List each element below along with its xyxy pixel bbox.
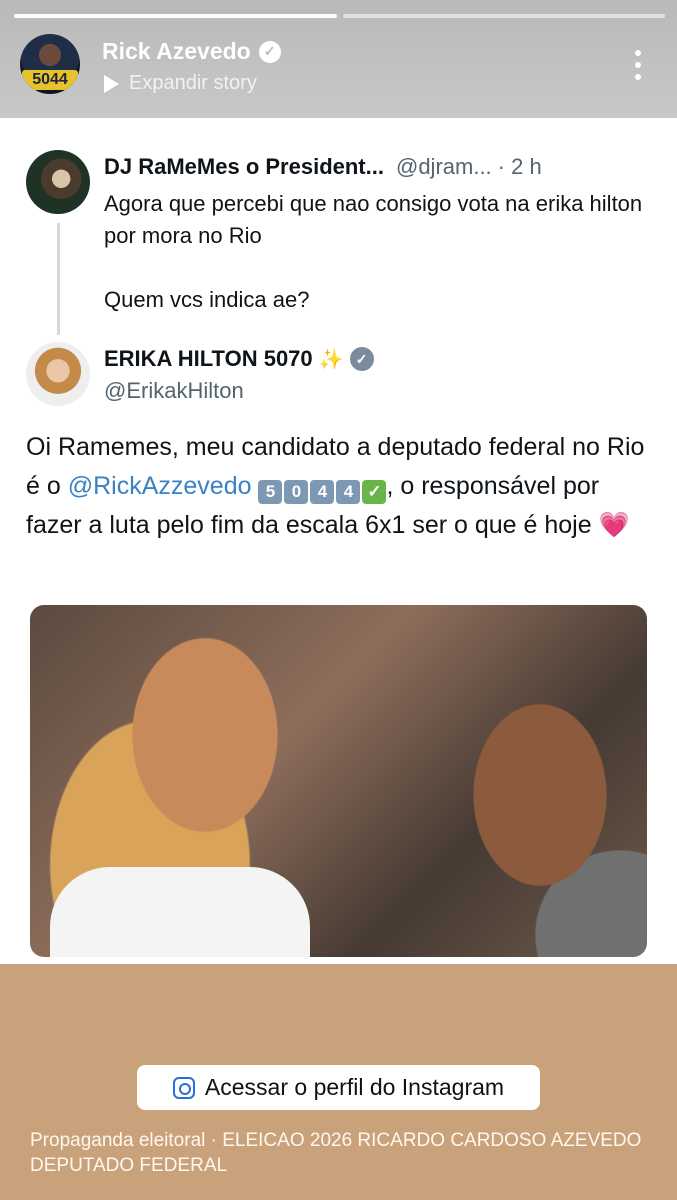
original-tweet-author: DJ RaMeMes o President...	[104, 154, 384, 179]
progress-segment-pending	[342, 14, 665, 18]
reply-author: ERIKA HILTON 5070	[104, 346, 313, 371]
keycap-digit: 5	[258, 479, 283, 504]
verified-icon: ✓	[258, 40, 281, 63]
number-keycaps: 5 0 4 4 ✓	[258, 479, 387, 504]
story-header: 5044 Rick Azevedo ✓ Expandir story	[0, 0, 677, 118]
mention-link: @RickAzzevedo	[67, 472, 252, 500]
story-progress	[14, 14, 665, 18]
verified-icon: ✓	[349, 347, 374, 371]
reply-text: Oi Ramemes, meu candidato a deputado fed…	[26, 428, 656, 545]
account-avatar[interactable]: 5044	[20, 34, 80, 94]
original-tweet-time: · 2 h	[497, 154, 542, 179]
instagram-icon	[172, 1076, 195, 1099]
check-mark-icon: ✓	[362, 479, 387, 504]
keycap-digit: 4	[310, 479, 335, 504]
avatar-number: 5044	[22, 70, 78, 90]
play-icon	[104, 74, 119, 93]
tweet-screenshot-card: DJ RaMeMes o President... @djram... · 2 …	[0, 118, 677, 964]
original-tweet-line: Agora que percebi que nao consigo vota n…	[104, 191, 643, 248]
thread-connector	[57, 223, 60, 335]
photo-detail	[50, 867, 310, 957]
reply-avatar	[26, 342, 90, 406]
expand-story-button[interactable]: Expandir story	[104, 72, 257, 95]
original-tweet-line: Quem vcs indica ae?	[104, 287, 310, 312]
keycap-digit: 0	[284, 479, 309, 504]
electoral-disclaimer: Propaganda eleitoral · ELEICAO 2026 RICA…	[30, 1130, 642, 1176]
keycap-digit: 4	[336, 479, 361, 504]
instagram-profile-button[interactable]: Acessar o perfil do Instagram	[137, 1065, 540, 1110]
reply-author-row: ERIKA HILTON 5070 ✨ ✓	[104, 346, 374, 372]
sparkle-icon: ✨	[318, 348, 344, 371]
progress-segment-done	[14, 14, 337, 18]
more-options-icon[interactable]	[635, 50, 641, 80]
tweet-photo	[30, 605, 647, 957]
original-tweet-header: DJ RaMeMes o President... @djram... · 2 …	[104, 154, 542, 180]
account-name-row[interactable]: Rick Azevedo ✓	[102, 38, 281, 65]
account-name: Rick Azevedo	[102, 38, 251, 64]
heart-icon: 💗	[598, 511, 630, 539]
reply-handle: @ErikakHilton	[104, 378, 244, 403]
original-tweet-text: Agora que percebi que nao consigo vota n…	[104, 188, 654, 316]
instagram-profile-label: Acessar o perfil do Instagram	[204, 1074, 505, 1100]
original-tweet-handle: @djram...	[395, 154, 492, 179]
original-tweet-avatar	[26, 150, 90, 214]
expand-story-label: Expandir story	[129, 72, 257, 94]
